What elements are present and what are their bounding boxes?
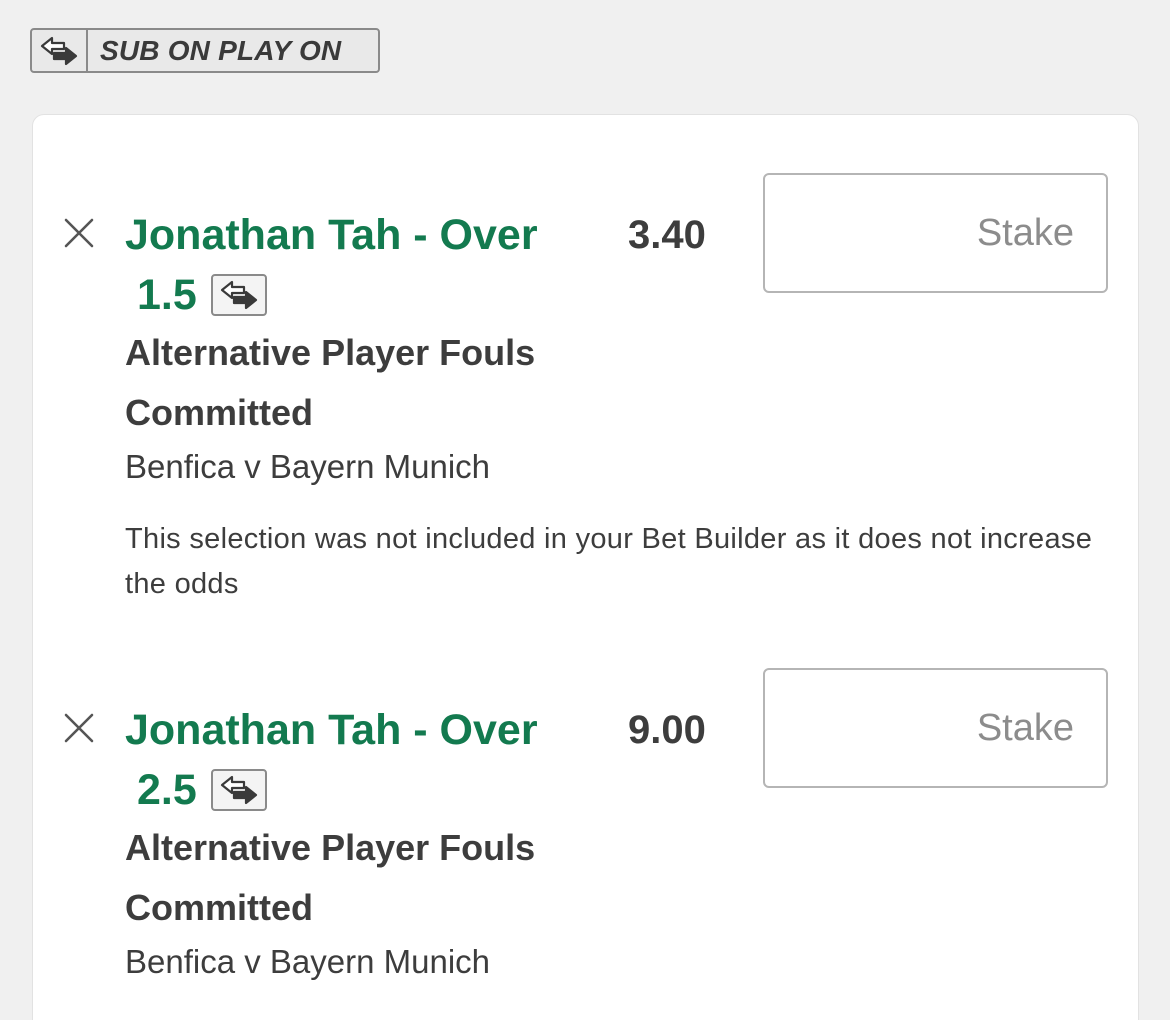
event-name: Benfica v Bayern Munich bbox=[125, 448, 491, 485]
sub-on-play-on-label: SUB ON PLAY ON bbox=[100, 34, 342, 66]
sub-on-play-on-icon bbox=[32, 30, 88, 71]
selection-odds: 9.00 bbox=[628, 708, 706, 752]
close-icon bbox=[64, 713, 94, 743]
sub-on-play-on-icon bbox=[210, 769, 267, 811]
selection-handicap: 1.5 bbox=[137, 271, 197, 319]
selection-name-text: Jonathan Tah - Over bbox=[125, 706, 538, 754]
stake-input[interactable] bbox=[763, 173, 1108, 293]
market-name: Alternative Player Fouls Committed bbox=[125, 827, 536, 928]
selection-notice: This selection was not included in your … bbox=[125, 523, 1093, 600]
bet-slip-page: SUB ON PLAY ON Jonathan Tah - Over 1.5 3… bbox=[0, 0, 1170, 1020]
remove-selection-button[interactable] bbox=[61, 215, 97, 251]
sub-on-play-on-icon bbox=[210, 274, 267, 316]
stake-input[interactable] bbox=[763, 668, 1108, 788]
remove-selection-button[interactable] bbox=[61, 710, 97, 746]
market-name: Alternative Player Fouls Committed bbox=[125, 332, 536, 433]
event-name: Benfica v Bayern Munich bbox=[125, 943, 491, 980]
selection-name: Jonathan Tah - Over 1.5 bbox=[125, 205, 595, 325]
sub-on-play-on-badge: SUB ON PLAY ON bbox=[30, 28, 380, 73]
selection-handicap: 2.5 bbox=[137, 766, 197, 814]
selection-odds: 3.40 bbox=[628, 213, 706, 257]
close-icon bbox=[64, 218, 94, 248]
selection-name: Jonathan Tah - Over 2.5 bbox=[125, 700, 595, 820]
selection-name-text: Jonathan Tah - Over bbox=[125, 211, 538, 259]
bet-slip-card: Jonathan Tah - Over 1.5 3.40 Alternative… bbox=[32, 114, 1139, 1020]
